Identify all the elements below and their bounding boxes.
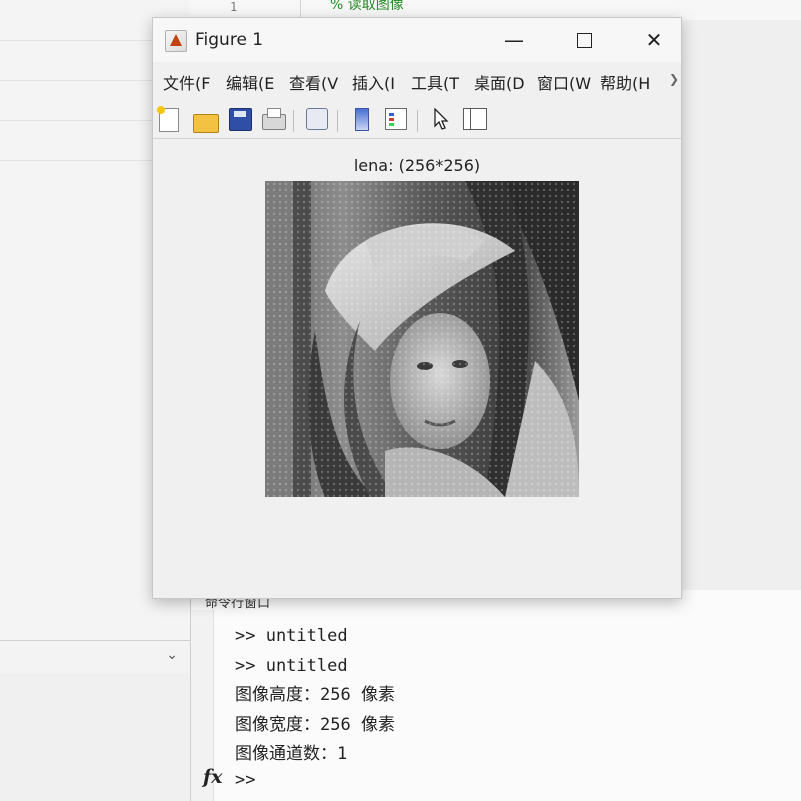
line-number: 1 [230,0,238,14]
figure-window[interactable]: Figure 1 — ✕ 文件(F 编辑(E 查看(V 插入(I 工具(T 桌面… [152,17,682,599]
save-icon[interactable] [229,108,252,131]
colorbar-icon[interactable] [355,108,369,131]
command-line: 图像宽度：256 像素 [235,714,395,735]
fx-icon[interactable]: fx [203,766,223,788]
close-button[interactable]: ✕ [637,24,671,56]
toolbar-separator [417,110,418,132]
menu-insert[interactable]: 插入(I [352,70,395,94]
title-bar[interactable]: Figure 1 — ✕ [153,18,681,62]
menu-help[interactable]: 帮助(H [600,70,650,94]
command-line: >> untitled [235,626,348,646]
workspace-dropdown[interactable]: ⌄ [0,640,190,674]
menu-bar: 文件(F 编辑(E 查看(V 插入(I 工具(T 桌面(D 窗口(W 帮助(H … [153,70,681,96]
grayscale-image[interactable] [265,181,579,497]
menu-overflow-icon[interactable]: ❯ [669,72,679,86]
command-output: >> untitled >> untitled 图像高度：256 像素 图像宽度… [235,622,395,770]
menu-file[interactable]: 文件(F [163,70,210,94]
chevron-down-icon[interactable]: ⌄ [166,647,178,663]
axes-title: lena: (256*256) [353,156,481,175]
code-comment: % 读取图像 [330,0,404,13]
command-window[interactable]: 命令行窗口 >> untitled >> untitled 图像高度：256 像… [190,590,801,801]
maximize-icon [576,33,592,48]
figure-toolbar [153,102,681,139]
command-line: >> untitled [235,655,348,676]
window-title: Figure 1 [195,30,264,50]
legend-icon[interactable] [385,108,407,130]
matlab-logo-icon [165,30,187,52]
new-figure-icon[interactable] [157,106,179,132]
menu-window[interactable]: 窗口(W [537,70,591,94]
toolbar-separator [293,110,294,132]
menu-edit[interactable]: 编辑(E [226,70,274,94]
minimize-button[interactable]: — [497,24,531,56]
link-plot-icon[interactable] [306,108,328,130]
maximize-button[interactable] [567,24,601,56]
toolbar-separator [337,110,338,132]
print-icon[interactable] [262,108,286,130]
edit-pointer-icon[interactable] [433,108,449,130]
menu-view[interactable]: 查看(V [289,70,338,94]
menu-tools[interactable]: 工具(T [411,70,459,94]
property-pane-icon[interactable] [463,108,487,130]
workspace-panel [0,673,190,801]
menu-desktop[interactable]: 桌面(D [474,70,525,94]
desktop: 1 % 读取图像 ⌄ 命令行窗口 >> untitled >> untitled… [0,0,801,801]
open-file-icon[interactable] [193,114,219,133]
command-line: 图像高度：256 像素 [235,685,395,705]
command-line: 图像通道数：1 [235,744,348,764]
command-prompt[interactable]: >> [235,770,255,790]
